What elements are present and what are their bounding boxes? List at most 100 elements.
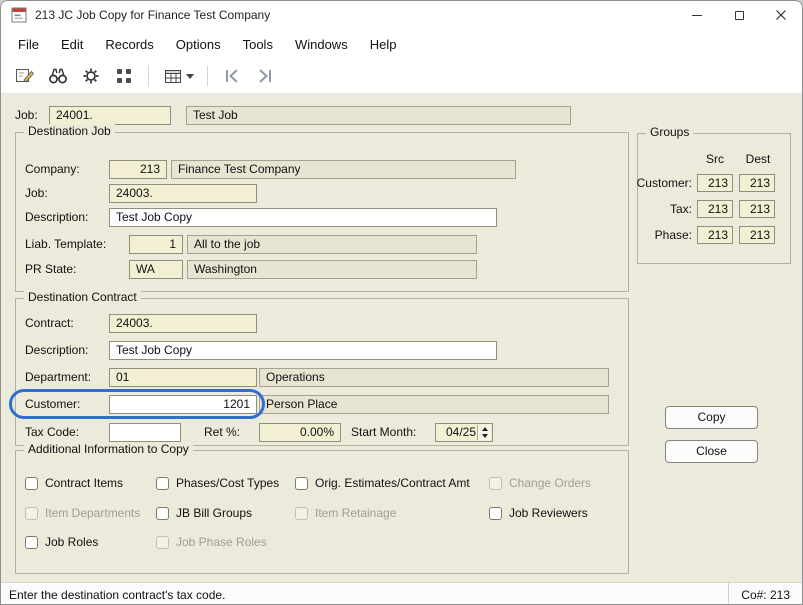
checkbox-item-departments: Item Departments [25, 505, 140, 521]
spin-down-button[interactable] [478, 433, 491, 441]
customer-label: Customer: [25, 397, 81, 411]
dest-job-code-field[interactable]: 24003. [109, 184, 257, 203]
menu-records[interactable]: Records [94, 33, 164, 56]
checkbox-icon [25, 476, 38, 490]
edit-record-icon [16, 69, 35, 83]
start-month-field[interactable]: 04/25 [435, 423, 493, 442]
groups-customer-dest-field[interactable]: 213 [739, 174, 775, 192]
pr-state-field[interactable]: WA [129, 260, 183, 279]
find-button[interactable] [46, 64, 70, 88]
groups-tax-src-field[interactable]: 213 [697, 200, 733, 218]
ret-pct-field[interactable]: 0.00% [259, 423, 341, 442]
checkbox-icon [156, 535, 169, 549]
contract-code-field[interactable]: 24003. [109, 314, 257, 333]
groups-customer-label: Customer: [636, 176, 692, 190]
status-bar: Enter the destination contract's tax cod… [1, 582, 802, 604]
checkbox-icon [489, 506, 502, 520]
job-label: Job: [15, 108, 38, 122]
toolbar [1, 59, 802, 94]
close-button[interactable] [760, 1, 802, 29]
window-title: 213 JC Job Copy for Finance Test Company [35, 8, 271, 22]
checkbox-label: Job Reviewers [509, 506, 588, 520]
checkbox-icon [156, 476, 169, 490]
form-area: Job: 24001. Test Job Destination Job Com… [1, 94, 802, 582]
copy-button[interactable]: Copy [665, 406, 758, 429]
groups-phase-src-field[interactable]: 213 [697, 226, 733, 244]
grid-view-dropdown-button[interactable] [161, 64, 195, 88]
checkbox-icon [489, 476, 502, 490]
chevron-down-icon [185, 73, 194, 79]
liab-template-field[interactable]: 1 [129, 235, 183, 254]
additional-info-title: Additional Information to Copy [24, 442, 193, 457]
groups-phase-dest-field[interactable]: 213 [739, 226, 775, 244]
menu-edit[interactable]: Edit [50, 33, 94, 56]
checkbox-label: Job Phase Roles [176, 535, 267, 549]
menu-tools[interactable]: Tools [232, 33, 284, 56]
groups-customer-src-field[interactable]: 213 [697, 174, 733, 192]
company-code-field[interactable]: 213 [109, 160, 167, 179]
toolbar-separator [207, 66, 208, 86]
checkbox-item-retainage: Item Retainage [295, 505, 396, 521]
checkbox-icon [25, 506, 38, 520]
tax-code-field[interactable] [109, 423, 181, 442]
groups-dest-header: Dest [745, 152, 771, 166]
checkbox-job-roles[interactable]: Job Roles [25, 534, 98, 550]
checkbox-contract-items[interactable]: Contract Items [25, 475, 123, 491]
pr-state-display: Washington [187, 260, 477, 279]
menu-options[interactable]: Options [165, 33, 232, 56]
checkbox-change-orders: Change Orders [489, 475, 591, 491]
title-bar[interactable]: 213 JC Job Copy for Finance Test Company [1, 1, 802, 29]
checkbox-icon [295, 506, 308, 520]
grid-dropdown-icon [164, 69, 181, 83]
tools-button[interactable] [79, 64, 103, 88]
checkbox-job-phase-roles: Job Phase Roles [156, 534, 267, 550]
checkbox-label: Job Roles [45, 535, 99, 549]
dest-job-description-field[interactable]: Test Job Copy [109, 208, 497, 227]
groups-tax-dest-field[interactable]: 213 [739, 200, 775, 218]
menu-help[interactable]: Help [359, 33, 408, 56]
department-code-field[interactable]: 01 [109, 368, 257, 387]
job-code-field[interactable]: 24001. [49, 106, 171, 125]
toolbar-separator [148, 66, 149, 86]
checkbox-label: JB Bill Groups [176, 506, 253, 520]
checkbox-label: Item Retainage [315, 506, 397, 520]
checkbox-jb-bill-groups[interactable]: JB Bill Groups [156, 505, 252, 521]
groups-tax-label: Tax: [669, 202, 692, 216]
checkbox-label: Orig. Estimates/Contract Amt [315, 476, 470, 490]
menu-file[interactable]: File [7, 33, 50, 56]
app-icon [11, 7, 27, 23]
spin-up-button[interactable] [478, 425, 491, 433]
checkbox-label: Item Departments [45, 506, 141, 520]
checkbox-icon [156, 506, 169, 520]
checkbox-orig-estimates[interactable]: Orig. Estimates/Contract Amt [295, 475, 470, 491]
find-binoculars-icon [49, 68, 67, 84]
maximize-icon [734, 10, 744, 20]
start-month-spinner [477, 425, 491, 440]
minimize-button[interactable] [676, 1, 718, 29]
first-record-button[interactable] [220, 64, 244, 88]
contract-description-field[interactable]: Test Job Copy [109, 341, 497, 360]
department-label: Department: [25, 370, 92, 384]
gear-icon [83, 68, 99, 84]
grid-button[interactable] [112, 64, 136, 88]
groups-phase-label: Phase: [654, 228, 692, 242]
menu-bar: File Edit Records Options Tools Windows … [1, 29, 802, 59]
close-button-form[interactable]: Close [665, 440, 758, 463]
spin-up-icon [481, 426, 488, 431]
checkbox-icon [295, 476, 308, 490]
destination-job-title: Destination Job [24, 124, 115, 139]
last-record-icon [259, 69, 271, 83]
menu-windows[interactable]: Windows [284, 33, 359, 56]
liab-template-display: All to the job [187, 235, 477, 254]
customer-code-field[interactable]: 1201 [109, 395, 257, 414]
last-record-button[interactable] [253, 64, 277, 88]
tax-code-label: Tax Code: [25, 425, 80, 439]
checkbox-phases-cost-types[interactable]: Phases/Cost Types [156, 475, 279, 491]
dest-job-description-label: Description: [25, 210, 89, 224]
edit-record-button[interactable] [13, 64, 37, 88]
maximize-button[interactable] [718, 1, 760, 29]
checkbox-job-reviewers[interactable]: Job Reviewers [489, 505, 588, 521]
groups-src-header: Src [706, 152, 724, 166]
company-name-display: Finance Test Company [171, 160, 516, 179]
start-month-label: Start Month: [351, 425, 417, 439]
